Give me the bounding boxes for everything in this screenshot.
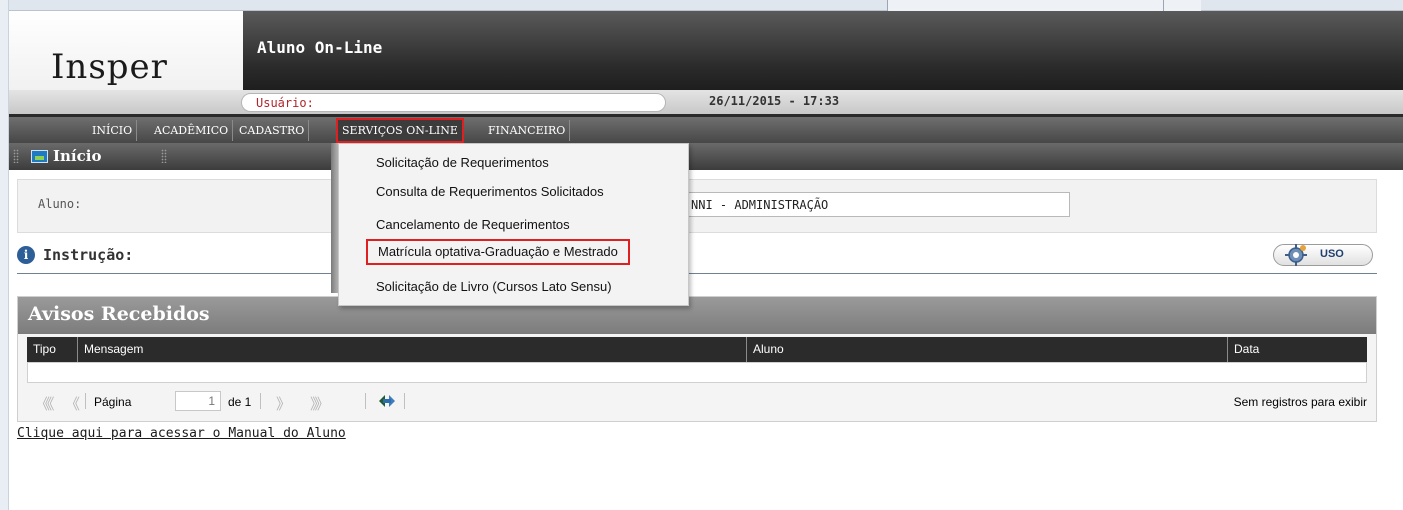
nav-item-servicos-online[interactable]: SERVIÇOS ON-LINE [336, 118, 464, 143]
manual-link[interactable]: Clique aqui para acessar o Manual do Alu… [17, 426, 346, 441]
column-header-aluno[interactable]: Aluno [747, 337, 1228, 362]
home-icon [31, 150, 48, 163]
aluno-panel: Aluno: NNI - ADMINISTRAÇÃO [17, 179, 1377, 233]
column-header-tipo[interactable]: Tipo [27, 337, 78, 362]
left-frame [0, 0, 9, 510]
user-value [322, 95, 652, 110]
table-body [27, 362, 1367, 383]
menu-item-matricula-optativa[interactable]: Matrícula optativa-Graduação e Mestrado [366, 239, 630, 265]
nav-item-financeiro[interactable]: FINANCEIRO [484, 120, 571, 141]
prev-page-icon[interactable]: 《 [65, 393, 80, 414]
header: Insper Aluno On-Line Usuário: 26/11/2015… [9, 11, 1403, 114]
info-icon: i [17, 246, 35, 264]
user-pill: Usuário: [241, 93, 666, 112]
app-title: Aluno On-Line [257, 38, 383, 57]
datetime: 26/11/2015 - 17:33 [709, 94, 840, 108]
pager-divider [404, 393, 405, 409]
main-nav: INÍCIO ACADÊMICO CADASTRO SERVIÇOS ON-LI… [9, 114, 1403, 143]
page-label: Página [94, 395, 132, 409]
pager-divider [85, 393, 86, 409]
instruction-title: Instrução: [43, 246, 134, 264]
refresh-icon[interactable] [376, 392, 398, 410]
avisos-header: Avisos Recebidos [18, 297, 1376, 334]
pager-divider [365, 393, 366, 409]
browser-top-strip [9, 0, 1403, 11]
page-title: Início [53, 147, 102, 165]
page-input[interactable]: 1 [175, 391, 221, 411]
menu-item-solicitacao-livro[interactable]: Solicitação de Livro (Cursos Lato Sensu) [366, 274, 622, 300]
instruction-section: i Instrução: USO [17, 244, 1377, 274]
uso-label: USO [1320, 248, 1344, 260]
menu-item-cancelamento-requerimentos[interactable]: Cancelamento de Requerimentos [366, 212, 580, 238]
top-strip-box [887, 0, 1163, 11]
nav-item-inicio[interactable]: INÍCIO [88, 120, 138, 141]
next-page-icon[interactable]: 》 [276, 393, 291, 414]
menu-item-solicitacao-requerimentos[interactable]: Solicitação de Requerimentos [366, 150, 559, 176]
nav-item-academico[interactable]: ACADÊMICO [150, 120, 234, 141]
empty-message: Sem registros para exibir [1233, 395, 1367, 409]
aluno-label: Aluno: [38, 197, 82, 211]
gear-icon [1285, 244, 1307, 266]
nav-item-cadastro[interactable]: CADASTRO [235, 120, 310, 141]
column-header-data[interactable]: Data [1228, 337, 1367, 362]
pager: 《《 《 Página 1 de 1 》 》》 Sem registros pa… [27, 390, 1367, 414]
servicos-dropdown-menu: Solicitação de Requerimentos Consulta de… [338, 143, 689, 306]
grip-icon [161, 149, 167, 163]
top-strip-box [1163, 0, 1201, 11]
first-page-icon[interactable]: 《《 [35, 393, 54, 414]
menu-item-consulta-requerimentos[interactable]: Consulta de Requerimentos Solicitados [366, 179, 614, 205]
title-bar: Aluno On-Line [243, 11, 1403, 90]
info-bar: Usuário: 26/11/2015 - 17:33 [9, 90, 1403, 114]
insper-logo: Insper [51, 47, 168, 87]
pager-divider [260, 393, 261, 409]
grip-icon [13, 149, 19, 163]
column-header-mensagem[interactable]: Mensagem [78, 337, 747, 362]
last-page-icon[interactable]: 》》 [310, 393, 329, 414]
avisos-title: Avisos Recebidos [28, 303, 210, 325]
aluno-value: NNI - ADMINISTRAÇÃO [691, 198, 829, 212]
avisos-panel: Avisos Recebidos Tipo Mensagem Aluno Dat… [17, 296, 1377, 422]
user-label: Usuário: [256, 96, 314, 110]
uso-button[interactable]: USO [1273, 244, 1373, 266]
table-header: Tipo Mensagem Aluno Data [27, 337, 1367, 362]
breadcrumb-bar: Início [9, 143, 1403, 170]
page-count: de 1 [228, 395, 252, 409]
logo-area: Insper [9, 11, 243, 90]
